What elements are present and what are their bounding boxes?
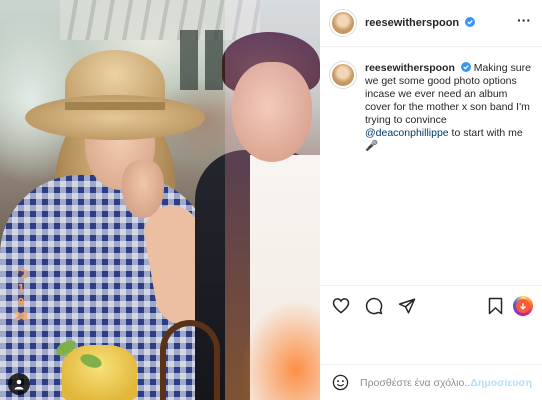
caption-text: reesewitherspoon Making sure we get some…	[365, 62, 533, 153]
avatar[interactable]	[330, 62, 356, 88]
emoji-icon	[332, 374, 348, 391]
photo-window	[205, 30, 223, 90]
photo-light-flare	[240, 300, 320, 400]
photo-window	[180, 30, 198, 90]
post-side-panel: reesewitherspoon ··· reesewitherspoon Ma…	[320, 0, 542, 400]
caption-username[interactable]: reesewitherspoon	[365, 62, 455, 74]
comment-icon	[365, 297, 383, 314]
post-actions	[320, 285, 542, 325]
verified-badge-icon	[460, 62, 471, 72]
verified-badge-icon	[465, 17, 476, 27]
like-button[interactable]	[330, 295, 352, 317]
comment-bar: Δημοσίευση	[320, 364, 542, 400]
emoji-button[interactable]	[330, 373, 350, 393]
post-author-username[interactable]: reesewitherspoon	[365, 17, 476, 29]
photo-drink	[62, 345, 137, 400]
post-photo[interactable]: '21 9 28	[0, 0, 320, 400]
post-header: reesewitherspoon ···	[320, 0, 542, 47]
photo-date-stamp: '21 9 28	[14, 268, 28, 323]
heart-icon	[332, 298, 350, 314]
bookmark-icon	[488, 297, 502, 315]
photo-chair	[160, 320, 220, 400]
promote-icon	[516, 299, 530, 313]
post-comment-button[interactable]: Δημοσίευση	[470, 377, 532, 389]
mention-link[interactable]: @deaconphillippe	[365, 127, 449, 139]
post-caption: reesewitherspoon Making sure we get some…	[330, 62, 535, 153]
person-icon	[14, 379, 24, 390]
more-icon: ···	[517, 12, 531, 28]
share-button[interactable]	[396, 295, 418, 317]
photo-hat-band	[65, 102, 165, 110]
tagged-users-button[interactable]	[8, 373, 30, 395]
promote-button[interactable]	[513, 296, 533, 316]
more-options-button[interactable]: ···	[516, 13, 532, 30]
comment-button[interactable]	[363, 295, 385, 317]
save-button[interactable]	[484, 295, 506, 317]
avatar[interactable]	[330, 10, 356, 36]
share-icon	[398, 298, 416, 313]
photo-woman-hand	[122, 160, 164, 218]
username-text[interactable]: reesewitherspoon	[365, 17, 459, 29]
